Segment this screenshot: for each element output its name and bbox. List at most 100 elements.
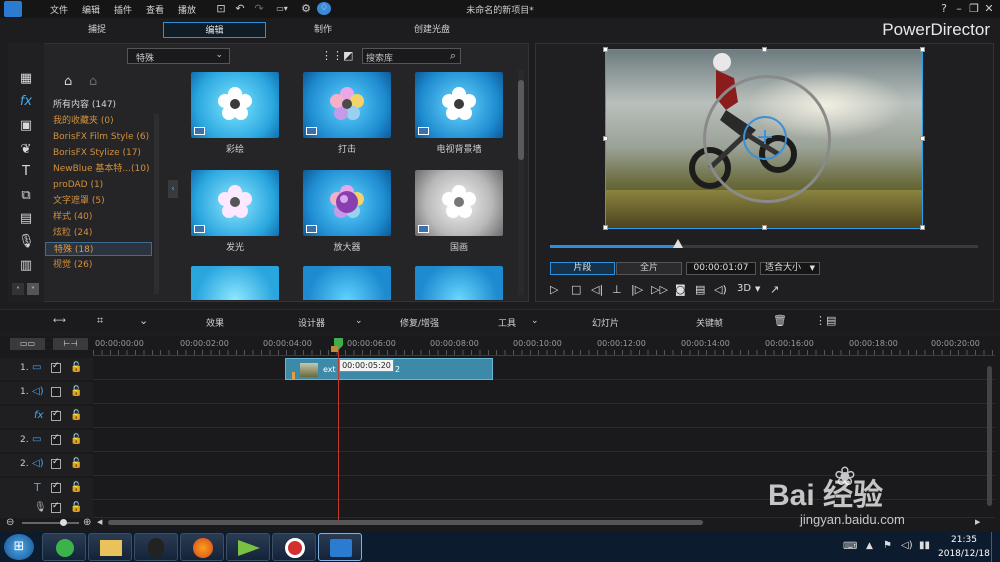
taskbar-app-powerdirector[interactable] xyxy=(318,533,362,561)
chevron-down-icon[interactable]: ▼ xyxy=(755,285,760,293)
taskbar-app-360[interactable] xyxy=(42,533,86,561)
tools-button[interactable]: 工具 xyxy=(498,316,516,329)
pip-room-icon[interactable]: ▣ xyxy=(18,118,34,134)
subtitle-icon[interactable]: ▤ xyxy=(695,283,705,296)
fx-room-icon[interactable]: fx xyxy=(18,94,34,110)
category-item[interactable]: 样式 (40) xyxy=(53,210,92,224)
previous-frame-icon[interactable]: ◁| xyxy=(591,283,603,296)
zoom-out-icon[interactable]: ⊖ xyxy=(6,517,14,528)
show-desktop-button[interactable] xyxy=(991,532,1000,562)
effects-button[interactable]: 效果 xyxy=(206,316,224,329)
category-item[interactable]: BorisFX Stylize (17) xyxy=(53,146,141,160)
fix-enhance-button[interactable]: 修复/增强 xyxy=(400,316,439,329)
filter-dropdown[interactable]: 特殊 ⌄ xyxy=(127,48,230,64)
start-button[interactable]: ⊞ xyxy=(4,534,34,560)
audio-mix-room-icon[interactable]: ▤ xyxy=(18,211,34,227)
volume-icon[interactable]: ◁) xyxy=(901,540,913,551)
taskbar-app-firefox[interactable] xyxy=(180,533,224,561)
storyboard-view-button[interactable]: ▭▭ xyxy=(10,338,45,350)
resize-handle[interactable] xyxy=(603,225,608,230)
timecode-display[interactable]: 00:00:01:07 xyxy=(686,262,756,275)
restore-icon[interactable]: ❐ xyxy=(967,2,981,15)
track-enable-checkbox[interactable] xyxy=(51,361,61,373)
dropdown-circle-icon[interactable]: ⌄ xyxy=(139,314,148,327)
expand-tray-icon[interactable]: ▲ xyxy=(866,541,873,551)
scroll-left-icon[interactable]: ◀ xyxy=(97,518,102,526)
lock-icon[interactable]: 🔓 xyxy=(70,482,82,493)
transition-room-icon[interactable]: ⧉ xyxy=(18,188,34,204)
zoom-slider[interactable] xyxy=(22,519,79,526)
thumbnail-size-icon[interactable]: ◩ xyxy=(343,49,353,62)
resize-handle[interactable] xyxy=(603,136,608,141)
tab-produce[interactable]: 制作 xyxy=(286,22,360,38)
clock-date[interactable]: 2018/12/18 xyxy=(938,549,990,559)
keyframe-button[interactable]: 关键帧 xyxy=(696,316,723,329)
resize-handle[interactable] xyxy=(920,136,925,141)
search-icon[interactable]: ⌕ xyxy=(450,49,456,63)
lock-icon[interactable]: 🔓 xyxy=(70,386,82,397)
help-icon[interactable]: ? xyxy=(937,2,951,15)
effect-thumb-strike[interactable] xyxy=(303,72,391,138)
chevron-down-icon[interactable]: ⌄ xyxy=(531,316,539,326)
track-enable-checkbox[interactable] xyxy=(51,501,61,513)
track-enable-checkbox[interactable] xyxy=(51,387,61,397)
category-item[interactable]: 所有内容 (147) xyxy=(53,98,116,112)
preview-scrubber[interactable] xyxy=(550,239,978,248)
resize-handle[interactable] xyxy=(920,225,925,230)
category-item-selected[interactable]: 特殊 (18) xyxy=(45,242,152,256)
fit-size-dropdown[interactable]: 适合大小 ▼ xyxy=(760,262,820,275)
scroll-up-icon[interactable]: ˄ xyxy=(12,283,24,295)
split-icon[interactable]: ⊥ xyxy=(612,283,622,296)
track-enable-checkbox[interactable] xyxy=(51,457,61,469)
effect-thumb-tv-wall[interactable] xyxy=(415,72,503,138)
resize-handle[interactable] xyxy=(762,47,767,52)
category-item[interactable]: proDAD (1) xyxy=(53,178,103,192)
collapse-panel-button[interactable]: ‹ xyxy=(168,180,178,198)
scrubber-knob[interactable] xyxy=(673,239,684,248)
taskbar-app-editor[interactable] xyxy=(226,533,270,561)
crop-icon[interactable]: ⌗ xyxy=(97,314,103,328)
clock-time[interactable]: 21:35 xyxy=(951,535,977,545)
category-item[interactable]: 炫粒 (24) xyxy=(53,226,92,240)
effect-thumb-painting[interactable] xyxy=(191,72,279,138)
effect-thumb[interactable] xyxy=(191,266,279,300)
timeline-vertical-scrollbar[interactable] xyxy=(987,366,992,506)
tab-capture[interactable]: 捕捉 xyxy=(60,22,134,38)
grid-view-icon[interactable]: ⋮⋮ xyxy=(321,49,343,62)
lock-icon[interactable]: 🔓 xyxy=(70,410,82,421)
effect-thumb[interactable] xyxy=(415,266,503,300)
effect-thumb-magnifier[interactable] xyxy=(303,170,391,236)
category-item[interactable]: BorisFX Film Style (6) xyxy=(53,130,149,144)
effect-thumb[interactable] xyxy=(303,266,391,300)
tab-edit[interactable]: 编辑 xyxy=(163,22,266,38)
clip-mode-button[interactable]: 片段 xyxy=(550,262,615,275)
category-item[interactable]: 我的收藏夹 (0) xyxy=(53,114,114,128)
play-icon[interactable]: ▷ xyxy=(550,283,558,296)
voice-over-icon[interactable]: 🎙 xyxy=(18,234,35,250)
tab-create-disc[interactable]: 创建光盘 xyxy=(395,22,469,38)
particle-room-icon[interactable]: ❦ xyxy=(18,142,34,158)
next-frame-icon[interactable]: |▷ xyxy=(631,283,643,296)
close-icon[interactable]: ✕ xyxy=(982,2,996,15)
taskbar-app-explorer[interactable] xyxy=(88,533,132,561)
more-options-icon[interactable]: ⋮▤ xyxy=(815,314,836,327)
movie-mode-button[interactable]: 全片 xyxy=(616,262,682,275)
category-item[interactable]: NewBlue 基本特...(10) xyxy=(53,162,149,176)
designer-button[interactable]: 设计器 xyxy=(298,316,325,329)
delete-icon[interactable]: 🗑 xyxy=(773,314,787,327)
search-input[interactable]: 搜索库 ⌕ xyxy=(362,48,461,64)
category-item[interactable]: 文字遮罩 (5) xyxy=(53,194,105,208)
track-enable-checkbox[interactable] xyxy=(51,433,61,445)
media-room-icon[interactable]: ▦ xyxy=(18,71,34,87)
network-icon[interactable]: ▮▮ xyxy=(919,540,930,551)
lock-icon[interactable]: 🔓 xyxy=(70,502,82,513)
volume-icon[interactable]: ◁) xyxy=(714,283,727,296)
time-ruler[interactable]: 00:00:00:00 00:00:02:00 00:00:04:00 00:0… xyxy=(93,336,995,356)
resize-handle[interactable] xyxy=(762,225,767,230)
library-scrollbar[interactable] xyxy=(518,70,524,295)
effect-thumb-glow[interactable] xyxy=(191,170,279,236)
magnifier-center-handle[interactable]: + xyxy=(743,116,787,160)
fit-timeline-icon[interactable]: ⟷ xyxy=(53,316,66,326)
chevron-down-icon[interactable]: ⌄ xyxy=(355,316,363,326)
preview-video[interactable]: + xyxy=(605,49,923,229)
